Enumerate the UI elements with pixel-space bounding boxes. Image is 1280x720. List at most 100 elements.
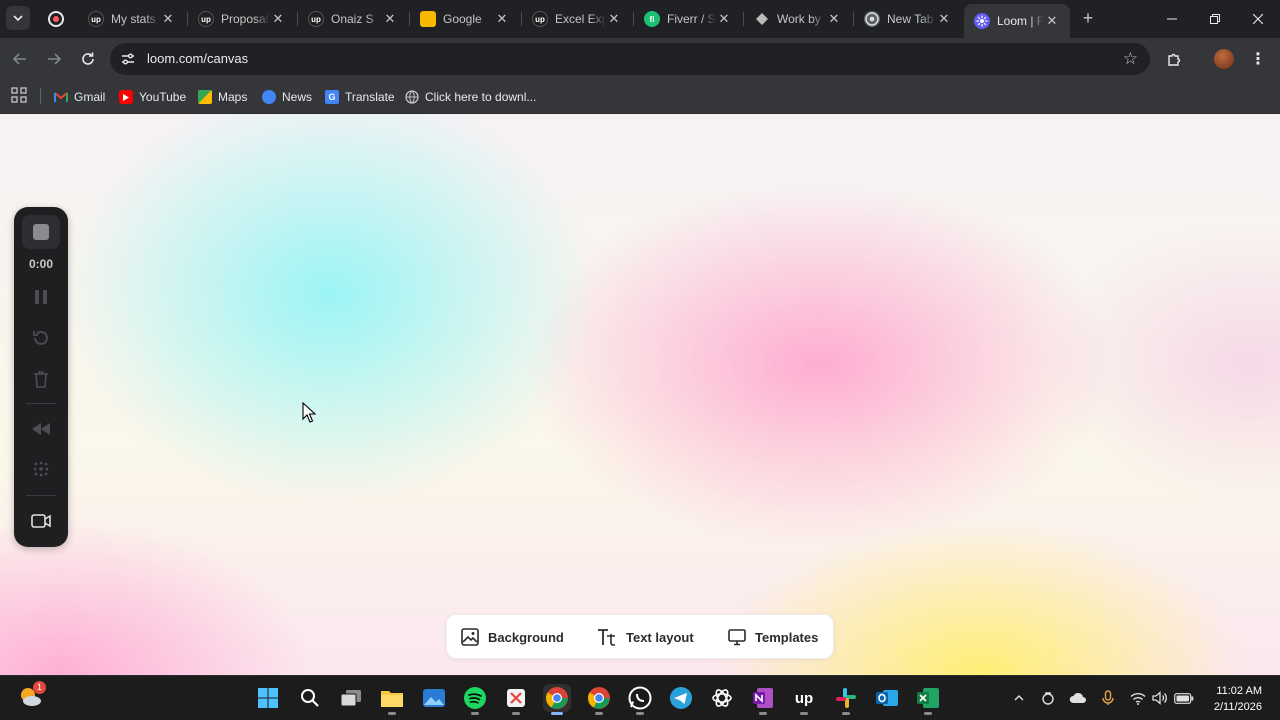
excel-icon	[917, 688, 939, 708]
tab-title: Loom | F	[997, 14, 1044, 28]
clock-time: 11:02 AM	[1216, 685, 1262, 697]
monitor-icon	[728, 629, 746, 646]
clock[interactable]: 11:02 AM 2/11/2026	[1214, 683, 1262, 715]
close-icon[interactable]: ✕	[606, 11, 622, 27]
pause-button[interactable]	[29, 285, 53, 309]
maximize-button[interactable]	[1193, 0, 1237, 38]
profile-avatar[interactable]	[1212, 47, 1236, 71]
tab-title: New Tab	[887, 12, 934, 26]
extensions-button[interactable]	[1163, 47, 1187, 71]
task-view-button[interactable]	[337, 684, 365, 712]
folder-icon	[381, 691, 403, 707]
tab-fiverr[interactable]: fi Fiverr / S ✕	[634, 4, 742, 34]
tab-search-button[interactable]	[6, 6, 30, 30]
bookmark-label: Translate	[345, 90, 395, 104]
apps-grid-icon[interactable]	[11, 87, 27, 103]
whatsapp-icon	[628, 686, 652, 710]
bookmark-download[interactable]: Click here to downl...	[405, 86, 536, 108]
onenote-icon	[753, 688, 773, 708]
chrome-profile-app[interactable]	[585, 684, 613, 715]
tab-my-stats[interactable]: up My stats ✕	[78, 4, 186, 34]
site-settings-icon[interactable]	[120, 51, 136, 67]
reload-icon	[82, 52, 94, 65]
bookmark-translate[interactable]: G Translate	[325, 86, 395, 108]
address-bar[interactable]: loom.com/canvas ☆	[110, 43, 1150, 75]
background-button[interactable]: Background	[461, 626, 564, 648]
snipping-tool-app[interactable]	[502, 684, 530, 715]
spotify-app[interactable]	[461, 684, 489, 715]
slack-app[interactable]	[832, 684, 860, 715]
outlook-icon	[876, 690, 898, 706]
chrome-app[interactable]	[543, 684, 571, 715]
loom-canvas[interactable]: 0:00 Background Text layout Templates	[0, 114, 1280, 675]
photos-app[interactable]	[420, 684, 448, 712]
camera-icon	[31, 514, 51, 528]
google-keep-icon	[420, 11, 436, 27]
tab-loom[interactable]: Loom | F ✕	[964, 4, 1070, 38]
rewind-button[interactable]	[29, 417, 53, 441]
upwork-app[interactable]: up	[790, 684, 818, 715]
upwork-icon: up	[532, 11, 548, 27]
bookmark-star-icon[interactable]: ☆	[1123, 49, 1138, 69]
wifi-tray-icon[interactable]	[1128, 688, 1148, 708]
tab-google[interactable]: Google ✕	[410, 4, 520, 34]
new-tab-button[interactable]: +	[1078, 8, 1098, 28]
stop-icon	[33, 224, 49, 240]
tab-excel-exp[interactable]: up Excel Exp ✕	[522, 4, 632, 34]
close-icon[interactable]: ✕	[382, 11, 398, 27]
upwork-icon: up	[308, 11, 324, 27]
microphone-tray-icon[interactable]	[1098, 688, 1118, 708]
close-icon[interactable]: ✕	[160, 11, 176, 27]
volume-tray-icon[interactable]	[1150, 688, 1170, 708]
delete-button[interactable]	[29, 367, 53, 391]
bookmark-news[interactable]: News	[262, 86, 312, 108]
close-icon[interactable]: ✕	[936, 11, 952, 27]
battery-tray-icon[interactable]	[1174, 688, 1194, 708]
show-hidden-icons-button[interactable]	[1009, 688, 1029, 708]
back-button[interactable]	[8, 47, 32, 71]
start-button[interactable]	[254, 684, 282, 712]
effects-button[interactable]	[29, 457, 53, 481]
close-icon[interactable]: ✕	[270, 11, 286, 27]
tab-new-tab[interactable]: New Tab ✕	[854, 4, 962, 34]
close-icon[interactable]: ✕	[1044, 13, 1060, 29]
sync-tray-icon[interactable]	[1038, 688, 1058, 708]
minimize-button[interactable]	[1150, 0, 1194, 38]
close-icon[interactable]: ✕	[494, 11, 510, 27]
battery-icon	[1174, 692, 1194, 704]
reload-button[interactable]	[76, 47, 100, 71]
onenote-app[interactable]	[749, 684, 777, 715]
templates-label: Templates	[755, 629, 819, 645]
tab-onaiz[interactable]: up Onaiz S ✕	[298, 4, 408, 34]
bookmark-maps[interactable]: Maps	[198, 86, 247, 108]
close-window-button[interactable]	[1236, 0, 1280, 38]
tab-proposal[interactable]: up Proposal ✕	[188, 4, 296, 34]
whatsapp-app[interactable]	[626, 684, 654, 715]
upwork-icon: up	[794, 689, 814, 707]
recording-controls: 0:00	[14, 207, 68, 547]
recording-indicator-icon[interactable]	[48, 11, 64, 27]
search-button[interactable]	[296, 684, 324, 712]
outlook-app[interactable]	[873, 684, 901, 712]
gmail-icon	[54, 90, 68, 104]
text-layout-button[interactable]: Text layout	[597, 626, 694, 648]
camera-toggle-button[interactable]	[29, 509, 53, 533]
excel-app[interactable]	[914, 684, 942, 715]
onedrive-tray-icon[interactable]	[1068, 688, 1088, 708]
close-icon[interactable]: ✕	[716, 11, 732, 27]
text-layout-label: Text layout	[626, 629, 694, 645]
file-explorer-app[interactable]	[378, 684, 406, 715]
bookmark-youtube[interactable]: YouTube	[119, 86, 186, 108]
bookmark-gmail[interactable]: Gmail	[54, 86, 105, 108]
weather-widget[interactable]: 1	[16, 681, 46, 711]
stop-recording-button[interactable]	[22, 215, 60, 249]
forward-button[interactable]	[42, 47, 66, 71]
more-menu-icon[interactable]: ⋮	[1246, 47, 1270, 71]
close-icon[interactable]: ✕	[826, 11, 842, 27]
chatgpt-app[interactable]	[708, 684, 736, 712]
weather-badge: 1	[33, 681, 46, 694]
tab-work-by[interactable]: Work by ✕	[744, 4, 852, 34]
restart-button[interactable]	[29, 326, 53, 350]
templates-button[interactable]: Templates	[728, 626, 818, 648]
telegram-app[interactable]	[667, 684, 695, 712]
